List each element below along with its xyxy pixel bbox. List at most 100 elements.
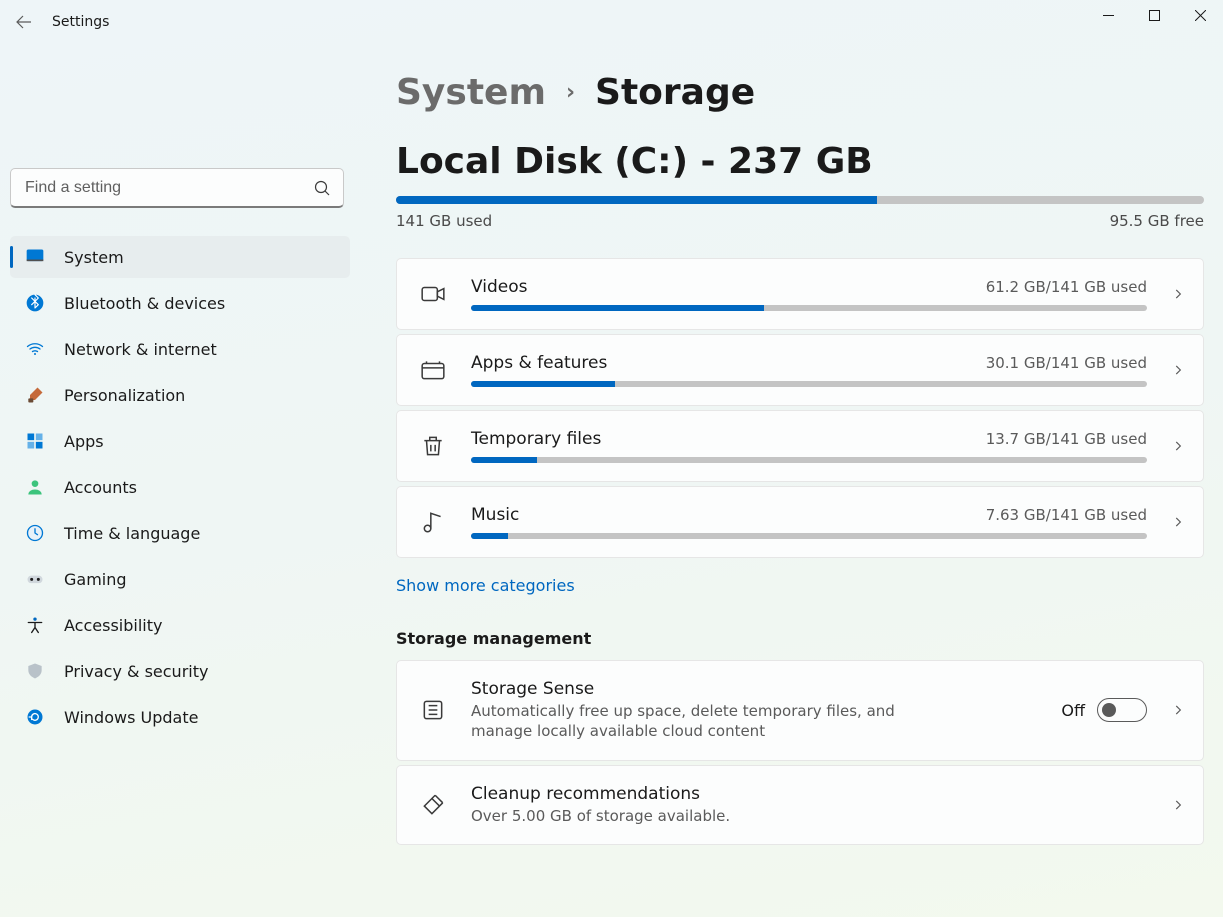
sidebar-item-system[interactable]: System xyxy=(10,236,350,278)
sidebar-item-label: Gaming xyxy=(64,570,127,589)
sidebar-item-gaming[interactable]: Gaming xyxy=(10,558,350,600)
category-bar xyxy=(471,533,1147,539)
paintbrush-icon xyxy=(24,384,46,406)
card-body: Temporary files 13.7 GB/141 GB used xyxy=(471,429,1147,463)
category-list: Videos 61.2 GB/141 GB used Apps & featur… xyxy=(396,258,1204,558)
chevron-right-icon xyxy=(1169,703,1187,717)
category-card-temporary-files[interactable]: Temporary files 13.7 GB/141 GB used xyxy=(396,410,1204,482)
sidebar-item-accessibility[interactable]: Accessibility xyxy=(10,604,350,646)
app-title: Settings xyxy=(52,14,109,30)
breadcrumb-parent[interactable]: System xyxy=(396,72,546,113)
content: System › Storage Local Disk (C:) - 237 G… xyxy=(360,48,1223,917)
shield-icon xyxy=(24,660,46,682)
storage-icon xyxy=(417,694,449,726)
disk-free-label: 95.5 GB free xyxy=(1110,212,1204,230)
sidebar-item-privacy-security[interactable]: Privacy & security xyxy=(10,650,350,692)
sidebar-item-label: Accounts xyxy=(64,478,137,497)
titlebar-left: Settings xyxy=(0,0,109,32)
storage-sense-toggle[interactable] xyxy=(1097,698,1147,722)
music-icon xyxy=(417,506,449,538)
grid-icon xyxy=(24,430,46,452)
category-usage: 7.63 GB/141 GB used xyxy=(986,506,1147,524)
trash-icon xyxy=(417,430,449,462)
category-bar xyxy=(471,381,1147,387)
clock-icon xyxy=(24,522,46,544)
wifi-icon xyxy=(24,338,46,360)
category-title: Temporary files xyxy=(471,429,601,449)
breadcrumb: System › Storage xyxy=(396,72,1203,113)
card-subtitle: Automatically free up space, delete temp… xyxy=(471,701,931,742)
sidebar-item-windows-update[interactable]: Windows Update xyxy=(10,696,350,738)
sidebar-item-label: Accessibility xyxy=(64,616,162,635)
card-subtitle: Over 5.00 GB of storage available. xyxy=(471,806,931,826)
chevron-right-icon xyxy=(1169,798,1187,812)
accessibility-icon xyxy=(24,614,46,636)
card-body: Storage Sense Automatically free up spac… xyxy=(471,679,1039,742)
category-usage: 13.7 GB/141 GB used xyxy=(986,430,1147,448)
card-body: Music 7.63 GB/141 GB used xyxy=(471,505,1147,539)
chevron-right-icon xyxy=(1169,287,1187,301)
close-button[interactable] xyxy=(1177,0,1223,30)
close-icon xyxy=(1195,10,1206,21)
titlebar: Settings xyxy=(0,0,1223,48)
video-icon xyxy=(417,278,449,310)
disk-usage-fill xyxy=(396,196,877,204)
chevron-right-icon xyxy=(1169,363,1187,377)
sidebar-item-label: Personalization xyxy=(64,386,185,405)
show-more-link[interactable]: Show more categories xyxy=(396,576,1203,595)
category-title: Videos xyxy=(471,277,528,297)
gamepad-icon xyxy=(24,568,46,590)
category-card-videos[interactable]: Videos 61.2 GB/141 GB used xyxy=(396,258,1204,330)
category-bar xyxy=(471,457,1147,463)
sidebar-item-label: Windows Update xyxy=(64,708,198,727)
card-title: Storage Sense xyxy=(471,679,1039,699)
sidebar-item-label: Network & internet xyxy=(64,340,217,359)
maximize-icon xyxy=(1149,10,1160,21)
broom-icon xyxy=(417,789,449,821)
search-container xyxy=(10,168,344,208)
management-card-storage-sense[interactable]: Storage Sense Automatically free up spac… xyxy=(396,660,1204,761)
bluetooth-icon xyxy=(24,292,46,314)
sidebar-item-bluetooth-devices[interactable]: Bluetooth & devices xyxy=(10,282,350,324)
sidebar-item-apps[interactable]: Apps xyxy=(10,420,350,462)
category-bar xyxy=(471,305,1147,311)
management-list: Storage Sense Automatically free up spac… xyxy=(396,660,1204,845)
page-title: Storage xyxy=(595,72,755,113)
sidebar-item-accounts[interactable]: Accounts xyxy=(10,466,350,508)
category-usage: 30.1 GB/141 GB used xyxy=(986,354,1147,372)
sidebar-item-label: Apps xyxy=(64,432,104,451)
minimize-button[interactable] xyxy=(1085,0,1131,30)
sidebar-item-label: System xyxy=(64,248,124,267)
chevron-right-icon xyxy=(1169,515,1187,529)
disk-used-label: 141 GB used xyxy=(396,212,492,230)
disk-stats: 141 GB used 95.5 GB free xyxy=(396,212,1204,230)
minimize-icon xyxy=(1103,10,1114,21)
sidebar-item-time-language[interactable]: Time & language xyxy=(10,512,350,554)
card-title: Cleanup recommendations xyxy=(471,784,1147,804)
window-controls xyxy=(1085,0,1223,30)
category-card-apps-features[interactable]: Apps & features 30.1 GB/141 GB used xyxy=(396,334,1204,406)
monitor-icon xyxy=(24,246,46,268)
maximize-button[interactable] xyxy=(1131,0,1177,30)
search-input[interactable] xyxy=(10,168,344,208)
chevron-right-icon: › xyxy=(566,80,575,105)
sidebar-item-network-internet[interactable]: Network & internet xyxy=(10,328,350,370)
sidebar-item-label: Privacy & security xyxy=(64,662,208,681)
category-usage: 61.2 GB/141 GB used xyxy=(986,278,1147,296)
card-body: Apps & features 30.1 GB/141 GB used xyxy=(471,353,1147,387)
toggle-wrap: Off xyxy=(1061,698,1147,722)
disk-usage-bar xyxy=(396,196,1204,204)
person-icon xyxy=(24,476,46,498)
sidebar-item-personalization[interactable]: Personalization xyxy=(10,374,350,416)
back-button[interactable] xyxy=(14,12,34,32)
sidebar: System Bluetooth & devices Network & inter… xyxy=(0,48,360,917)
chevron-right-icon xyxy=(1169,439,1187,453)
sidebar-item-label: Time & language xyxy=(64,524,200,543)
search-icon xyxy=(314,180,330,196)
sidebar-item-label: Bluetooth & devices xyxy=(64,294,225,313)
category-title: Apps & features xyxy=(471,353,607,373)
update-icon xyxy=(24,706,46,728)
category-card-music[interactable]: Music 7.63 GB/141 GB used xyxy=(396,486,1204,558)
management-card-cleanup-recommendations[interactable]: Cleanup recommendations Over 5.00 GB of … xyxy=(396,765,1204,845)
nav: System Bluetooth & devices Network & inter… xyxy=(10,236,350,738)
